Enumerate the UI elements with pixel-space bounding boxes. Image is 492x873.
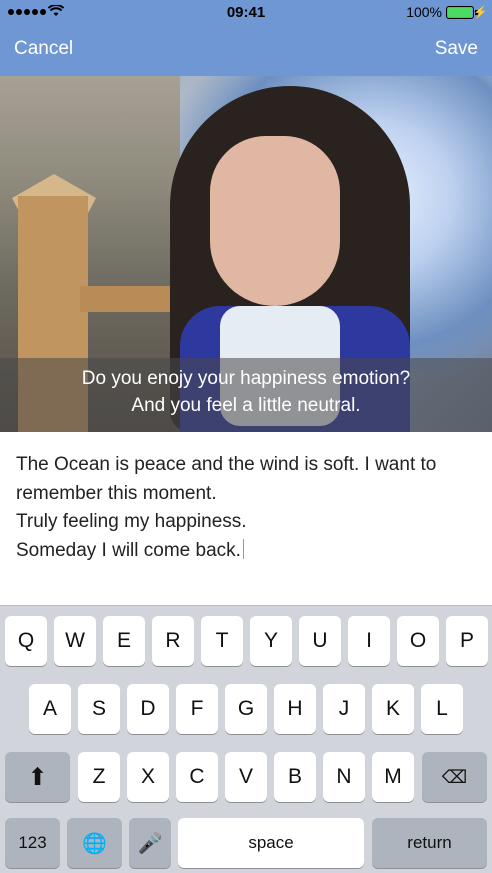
key-u[interactable]: U bbox=[299, 616, 341, 666]
battery-percentage: 100% bbox=[406, 4, 442, 20]
charging-bolt-icon: ⚡ bbox=[473, 5, 488, 19]
globe-icon: 🌐 bbox=[82, 832, 107, 855]
numbers-key[interactable]: 123 bbox=[5, 818, 60, 868]
keyboard: Q W E R T Y U I O P A S D F G H J K L ⬆ … bbox=[0, 605, 492, 873]
key-o[interactable]: O bbox=[397, 616, 439, 666]
key-b[interactable]: B bbox=[274, 752, 316, 802]
key-p[interactable]: P bbox=[446, 616, 488, 666]
selfie-photo: Do you enojy your happiness emotion? And… bbox=[0, 76, 492, 432]
key-a[interactable]: A bbox=[29, 684, 71, 734]
journal-line-2: remember this moment. bbox=[16, 483, 217, 504]
journal-line-1: The Ocean is peace and the wind is soft.… bbox=[16, 454, 437, 475]
journal-text-area[interactable]: The Ocean is peace and the wind is soft.… bbox=[0, 432, 492, 605]
key-q[interactable]: Q bbox=[5, 616, 47, 666]
key-i[interactable]: I bbox=[348, 616, 390, 666]
key-k[interactable]: K bbox=[372, 684, 414, 734]
caption-line-2: And you feel a little neutral. bbox=[131, 395, 361, 416]
shift-arrow-icon: ⬆ bbox=[27, 763, 48, 791]
caption-line-1: Do you enojy your happiness emotion? bbox=[81, 368, 411, 389]
journal-line-4: Someday I will come back. bbox=[16, 539, 244, 562]
key-s[interactable]: S bbox=[78, 684, 120, 734]
key-y[interactable]: Y bbox=[250, 616, 292, 666]
return-key[interactable]: return bbox=[372, 818, 487, 868]
key-w[interactable]: W bbox=[54, 616, 96, 666]
key-x[interactable]: X bbox=[127, 752, 169, 802]
key-f[interactable]: F bbox=[176, 684, 218, 734]
globe-key[interactable]: 🌐 bbox=[67, 818, 122, 868]
key-g[interactable]: G bbox=[225, 684, 267, 734]
key-c[interactable]: C bbox=[176, 752, 218, 802]
key-n[interactable]: N bbox=[323, 752, 365, 802]
photo-face bbox=[210, 136, 340, 306]
photo-caption: Do you enojy your happiness emotion? And… bbox=[0, 358, 492, 432]
text-caret bbox=[242, 539, 244, 559]
key-t[interactable]: T bbox=[201, 616, 243, 666]
key-v[interactable]: V bbox=[225, 752, 267, 802]
key-d[interactable]: D bbox=[127, 684, 169, 734]
key-z[interactable]: Z bbox=[78, 752, 120, 802]
key-j[interactable]: J bbox=[323, 684, 365, 734]
battery-icon bbox=[446, 6, 474, 19]
microphone-icon: 🎤 bbox=[137, 832, 163, 855]
mic-key[interactable]: 🎤 bbox=[129, 818, 171, 868]
key-h[interactable]: H bbox=[274, 684, 316, 734]
shift-key[interactable]: ⬆ bbox=[5, 752, 70, 802]
backspace-icon: ⌫ bbox=[441, 766, 468, 787]
delete-key[interactable]: ⌫ bbox=[422, 752, 487, 802]
key-e[interactable]: E bbox=[103, 616, 145, 666]
top-bar: 09:41 100% ⚡ Cancel Save bbox=[0, 0, 492, 76]
key-r[interactable]: R bbox=[152, 616, 194, 666]
key-m[interactable]: M bbox=[372, 752, 414, 802]
save-button[interactable]: Save bbox=[435, 38, 478, 60]
journal-line-3: Truly feeling my happiness. bbox=[16, 511, 247, 532]
space-key[interactable]: space bbox=[178, 818, 364, 868]
key-l[interactable]: L bbox=[421, 684, 463, 734]
journal-line-4-text: Someday I will come back. bbox=[16, 540, 241, 561]
cancel-button[interactable]: Cancel bbox=[14, 38, 73, 60]
status-bar: 09:41 100% ⚡ bbox=[0, 0, 492, 26]
